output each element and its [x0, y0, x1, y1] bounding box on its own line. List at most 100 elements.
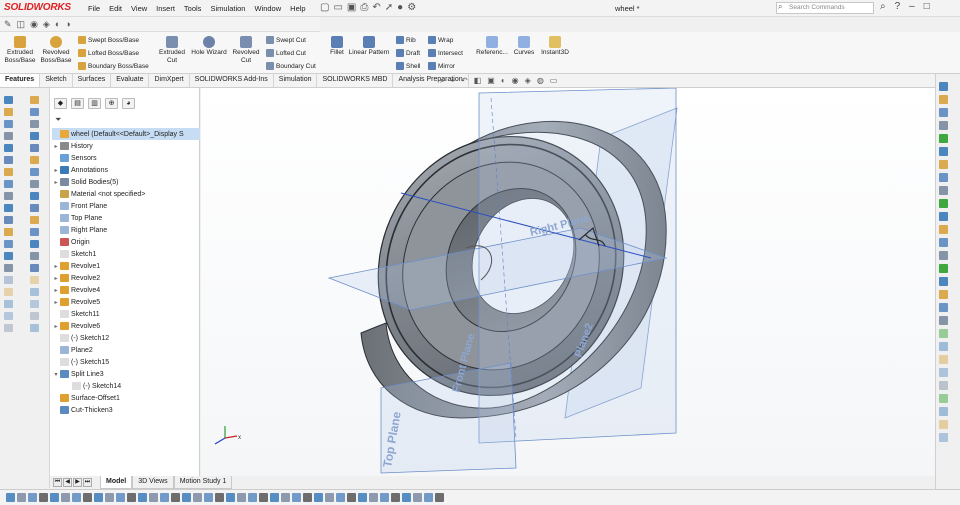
sketch-entity-icon[interactable]: [17, 493, 26, 502]
task-pane-icon[interactable]: [939, 264, 948, 273]
draft-button[interactable]: Draft: [396, 49, 420, 57]
task-pane-icon[interactable]: [939, 290, 948, 299]
bottom-tab-3d-views[interactable]: 3D Views: [132, 476, 174, 489]
display-icon[interactable]: ◈: [43, 19, 50, 29]
task-pane-icon[interactable]: [939, 173, 948, 182]
minimize-icon[interactable]: –: [909, 1, 915, 12]
task-pane-icon[interactable]: [939, 329, 948, 338]
tab-features[interactable]: Features: [0, 74, 41, 87]
sketch-tool-icon[interactable]: [30, 108, 39, 116]
sketch-tool-icon[interactable]: [30, 216, 39, 224]
sketch-tool-icon[interactable]: [30, 144, 39, 152]
task-pane-icon[interactable]: [939, 186, 948, 195]
tree-node[interactable]: Cut-Thicken3: [52, 404, 200, 416]
lofted-boss-button[interactable]: Lofted Boss/Base: [78, 49, 139, 57]
task-pane-icon[interactable]: [939, 342, 948, 351]
task-pane-icon[interactable]: [939, 212, 948, 221]
sketch-entity-icon[interactable]: [270, 493, 279, 502]
tree-node[interactable]: Surface-Offset1: [52, 392, 200, 404]
sketch-tool-icon[interactable]: [4, 108, 13, 116]
print-icon[interactable]: ⎙: [360, 2, 368, 13]
undo-icon[interactable]: ↶: [372, 2, 380, 13]
sketch-entity-icon[interactable]: [391, 493, 400, 502]
expand-icon[interactable]: ▸: [52, 323, 60, 330]
sketch-tool-icon[interactable]: [4, 144, 13, 152]
sketch-tool-icon[interactable]: [30, 300, 39, 308]
task-pane-icon[interactable]: [939, 147, 948, 156]
tree-node[interactable]: (-) Sketch12: [52, 332, 200, 344]
previous-view-icon[interactable]: ↶: [461, 76, 468, 86]
next-tab-icon[interactable]: ▶: [73, 478, 82, 487]
expand-icon[interactable]: ▸: [52, 143, 60, 150]
sketch-tool-icon[interactable]: [30, 252, 39, 260]
save-icon[interactable]: ▣: [347, 2, 356, 13]
task-pane-icon[interactable]: [939, 251, 948, 260]
linear-pattern-button[interactable]: Linear Pattern: [346, 36, 392, 57]
tree-node[interactable]: Sketch1: [52, 248, 200, 260]
tree-node[interactable]: ▸ Revolve5: [52, 296, 200, 308]
task-pane-icon[interactable]: [939, 420, 948, 429]
sketch-entity-icon[interactable]: [380, 493, 389, 502]
sketch-tool-icon[interactable]: [4, 180, 13, 188]
sketch-entity-icon[interactable]: [347, 493, 356, 502]
prev-tab-icon[interactable]: ◀: [63, 478, 72, 487]
first-tab-icon[interactable]: ⏮: [53, 478, 62, 487]
tree-node[interactable]: Front Plane: [52, 200, 200, 212]
instant3d-button[interactable]: Instant3D: [538, 36, 572, 57]
swept-boss-button[interactable]: Swept Boss/Base: [78, 36, 139, 44]
sketch-tool-icon[interactable]: [4, 240, 13, 248]
sketch-tool-icon[interactable]: [30, 204, 39, 212]
menu-tools[interactable]: Tools: [184, 4, 202, 13]
sketch-icon[interactable]: ✎: [4, 19, 12, 29]
sketch-entity-icon[interactable]: [138, 493, 147, 502]
sketch-entity-icon[interactable]: [193, 493, 202, 502]
sketch-tool-icon[interactable]: [4, 192, 13, 200]
menu-view[interactable]: View: [131, 4, 147, 13]
open-icon[interactable]: ▭: [333, 2, 342, 13]
task-pane-icon[interactable]: [939, 225, 948, 234]
mirror-button[interactable]: Mirror: [428, 62, 455, 70]
sketch-entity-icon[interactable]: [281, 493, 290, 502]
lofted-cut-button[interactable]: Lofted Cut: [266, 49, 306, 57]
select-icon[interactable]: ➚: [385, 2, 393, 13]
tree-node[interactable]: ▸ Revolve2: [52, 272, 200, 284]
task-pane-icon[interactable]: [939, 303, 948, 312]
search-icon[interactable]: ⌕: [778, 2, 782, 12]
menu-window[interactable]: Window: [254, 4, 281, 13]
shell-button[interactable]: Shell: [396, 62, 420, 70]
tree-node[interactable]: Plane2: [52, 344, 200, 356]
menu-insert[interactable]: Insert: [156, 4, 175, 13]
search-input[interactable]: Search Commands: [776, 2, 874, 14]
tree-node[interactable]: wheel (Default<<Default>_Display S: [52, 128, 200, 140]
sketch-tool-icon[interactable]: [30, 192, 39, 200]
sketch-entity-icon[interactable]: [259, 493, 268, 502]
sketch-tool-icon[interactable]: [4, 288, 13, 296]
tree-node[interactable]: ▸ History: [52, 140, 200, 152]
expand-icon[interactable]: ▸: [52, 179, 60, 186]
sketch-entity-icon[interactable]: [292, 493, 301, 502]
sketch-tool-icon[interactable]: [4, 276, 13, 284]
extruded-boss-button[interactable]: Extruded Boss/Base: [4, 36, 36, 65]
fillet-button[interactable]: Fillet: [326, 36, 348, 57]
sketch-entity-icon[interactable]: [105, 493, 114, 502]
sketch-tool-icon[interactable]: [30, 228, 39, 236]
sketch-entity-icon[interactable]: [116, 493, 125, 502]
tree-node[interactable]: (-) Sketch15: [52, 356, 200, 368]
sketch-tool-icon[interactable]: [30, 180, 39, 188]
sketch-entity-icon[interactable]: [204, 493, 213, 502]
task-pane-icon[interactable]: [939, 316, 948, 325]
zoom-fit-icon[interactable]: ⌕: [440, 76, 444, 86]
menu-help[interactable]: Help: [290, 4, 305, 13]
display-manager-tab-icon[interactable]: ◕: [122, 98, 135, 109]
bottom-tab-model[interactable]: Model: [100, 476, 133, 489]
new-icon[interactable]: ▢: [320, 2, 329, 13]
sketch-tool-icon[interactable]: [30, 276, 39, 284]
menu-file[interactable]: File: [88, 4, 100, 13]
tab-evaluate[interactable]: Evaluate: [111, 74, 150, 87]
tree-node[interactable]: ▸ Revolve1: [52, 260, 200, 272]
sketch-entity-icon[interactable]: [160, 493, 169, 502]
tree-node[interactable]: Sketch11: [52, 308, 200, 320]
model-canvas[interactable]: Right Plane Front Plane Plane2 Top Plane…: [201, 87, 935, 476]
extruded-cut-button[interactable]: Extruded Cut: [156, 36, 188, 65]
tab-sketch[interactable]: Sketch: [40, 74, 73, 87]
